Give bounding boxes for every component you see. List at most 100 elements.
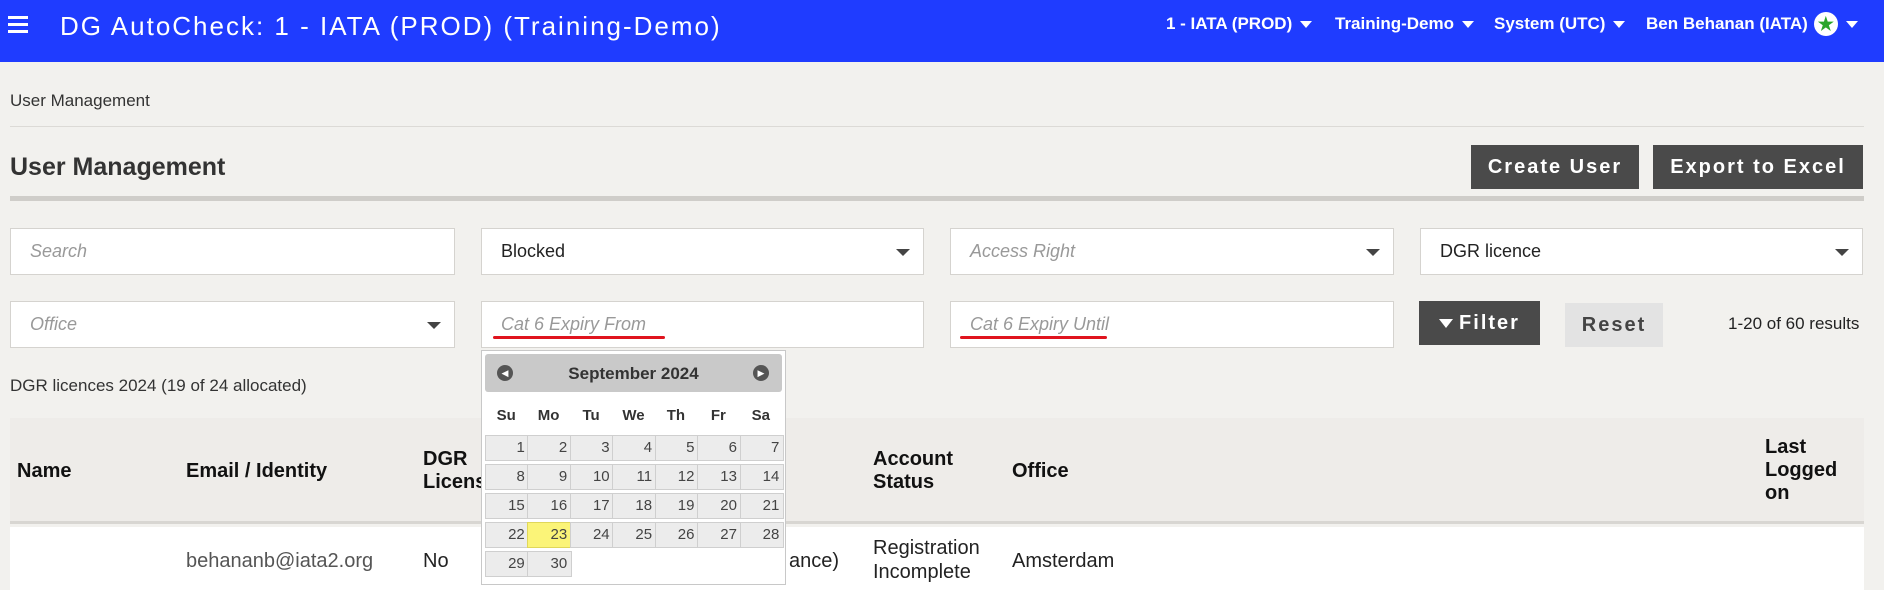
datepicker-day[interactable]: 9 [527, 464, 573, 490]
datepicker-day[interactable]: 6 [697, 435, 742, 461]
search-input[interactable]: Search [10, 228, 455, 275]
column-header-last-logged-on[interactable]: Last Logged on [1765, 436, 1837, 505]
column-header-name[interactable]: Name [17, 460, 71, 483]
weekday-label: We [622, 407, 645, 424]
datepicker-day[interactable]: 24 [569, 522, 615, 548]
cat6-expiry-from-placeholder: Cat 6 Expiry From [501, 314, 647, 334]
chevron-down-icon [427, 322, 441, 329]
datepicker-day[interactable]: 12 [654, 464, 700, 490]
datepicker-day[interactable]: 22 [485, 522, 530, 548]
page-title: User Management [10, 153, 226, 181]
weekday-label: Sa [751, 407, 770, 424]
create-user-button[interactable]: Create User [1471, 145, 1639, 189]
status-select-value: Blocked [501, 241, 566, 261]
timezone-menu[interactable]: System (UTC) [1494, 14, 1626, 34]
office-placeholder: Office [30, 314, 78, 334]
table-header: Name Email / Identity DGR Licens Account… [10, 418, 1864, 524]
datepicker-header: ◀ September 2024 ▶ [485, 354, 782, 392]
chevron-down-icon [1300, 20, 1313, 28]
datepicker-day[interactable]: 2 [527, 435, 573, 461]
datepicker-day[interactable]: 27 [697, 522, 742, 548]
datepicker-day[interactable]: 26 [654, 522, 700, 548]
divider [10, 196, 1864, 201]
datepicker-day[interactable]: 20 [697, 493, 742, 519]
datepicker-month-year: September 2024 [568, 364, 699, 383]
cat6-expiry-from-input[interactable]: Cat 6 Expiry From [481, 301, 924, 348]
datepicker-day[interactable]: 18 [612, 493, 658, 519]
hamburger-menu-icon[interactable] [8, 16, 28, 34]
datepicker-day[interactable]: 16 [527, 493, 573, 519]
environment-menu[interactable]: Training-Demo [1335, 14, 1475, 34]
datepicker-day[interactable]: 28 [739, 522, 785, 548]
datepicker-day[interactable]: 10 [569, 464, 615, 490]
org-menu-label: 1 - IATA (PROD) [1166, 14, 1293, 33]
datepicker-day[interactable]: 3 [569, 435, 615, 461]
datepicker-day[interactable]: 11 [612, 464, 658, 490]
row-email[interactable]: behananb@iata2.org [186, 549, 373, 573]
office-select[interactable]: Office [10, 301, 455, 348]
datepicker-day[interactable]: 19 [654, 493, 700, 519]
licence-select[interactable]: DGR licence [1420, 228, 1863, 275]
app-title: DG AutoCheck: 1 - IATA (PROD) (Training-… [60, 11, 722, 41]
weekday-label: Tu [582, 407, 600, 424]
top-bar: DG AutoCheck: 1 - IATA (PROD) (Training-… [0, 0, 1884, 62]
breadcrumb[interactable]: User Management [10, 91, 150, 111]
column-header-account-status[interactable]: Account Status [873, 448, 953, 494]
datepicker-day[interactable]: 13 [697, 464, 742, 490]
weekday-label: Fr [710, 407, 726, 424]
datepicker-day[interactable]: 4 [612, 435, 658, 461]
row-dgr-licence: No [423, 550, 449, 572]
column-header-dgr-licence[interactable]: DGR Licens [423, 448, 486, 494]
datepicker-day[interactable]: 7 [739, 435, 785, 461]
chevron-down-icon [1613, 20, 1626, 28]
status-select[interactable]: Blocked [481, 228, 924, 275]
cat6-expiry-until-placeholder: Cat 6 Expiry Until [970, 314, 1110, 334]
weekday-label: Mo [537, 407, 560, 424]
access-right-placeholder: Access Right [970, 241, 1076, 261]
chevron-right-icon[interactable]: ▶ [753, 365, 769, 381]
access-right-select[interactable]: Access Right [950, 228, 1394, 275]
cat6-expiry-until-input[interactable]: Cat 6 Expiry Until [950, 301, 1394, 348]
licences-summary: DGR licences 2024 (19 of 24 allocated) [10, 376, 307, 395]
filter-button-label: Filter [1459, 311, 1520, 334]
datepicker-day[interactable]: 8 [485, 464, 530, 490]
star-icon: ★ [1813, 12, 1838, 36]
filter-button[interactable]: Filter [1419, 301, 1540, 345]
timezone-menu-label: System (UTC) [1494, 14, 1606, 33]
row-account-status: Registration Incomplete [873, 537, 980, 583]
licence-select-value: DGR licence [1440, 241, 1542, 261]
chevron-down-icon [1462, 20, 1475, 28]
chevron-down-icon [896, 249, 910, 256]
org-menu[interactable]: 1 - IATA (PROD) [1166, 14, 1313, 34]
column-header-office[interactable]: Office [1012, 460, 1069, 483]
datepicker-popup: ◀ September 2024 ▶ Su Mo Tu We Th Fr Sa 1 2 3 4 5 6 7… [481, 350, 786, 585]
datepicker-day[interactable]: 23 [527, 522, 573, 548]
table-row[interactable]: behananb@iata2.org No ance) Registration… [10, 527, 1864, 590]
filter-icon [1439, 318, 1454, 328]
row-office: Amsterdam [1012, 550, 1115, 572]
chevron-down-icon [1366, 249, 1380, 256]
annotation-underline [960, 336, 1107, 339]
datepicker-day[interactable]: 21 [739, 493, 785, 519]
divider [10, 126, 1864, 127]
results-count: 1-20 of 60 results [1728, 314, 1860, 333]
chevron-down-icon [1835, 249, 1849, 256]
weekday-label: Su [496, 407, 516, 424]
datepicker-day[interactable]: 29 [485, 551, 530, 577]
datepicker-day[interactable]: 17 [569, 493, 615, 519]
user-menu[interactable]: Ben Behanan (IATA) ★ [1646, 12, 1858, 36]
datepicker-day[interactable]: 25 [612, 522, 658, 548]
reset-button[interactable]: Reset [1565, 303, 1663, 347]
datepicker-day[interactable]: 1 [485, 435, 530, 461]
datepicker-day[interactable]: 14 [739, 464, 785, 490]
search-placeholder: Search [30, 241, 88, 261]
export-excel-button[interactable]: Export to Excel [1653, 145, 1863, 189]
datepicker-day[interactable]: 30 [527, 551, 573, 577]
user-menu-label: Ben Behanan (IATA) [1646, 14, 1808, 33]
datepicker-day[interactable]: 15 [485, 493, 530, 519]
environment-menu-label: Training-Demo [1335, 14, 1455, 33]
datepicker-day[interactable]: 5 [654, 435, 700, 461]
row-access-right-partial: ance) [789, 550, 840, 572]
chevron-down-icon [1845, 20, 1858, 28]
column-header-email[interactable]: Email / Identity [186, 460, 327, 483]
